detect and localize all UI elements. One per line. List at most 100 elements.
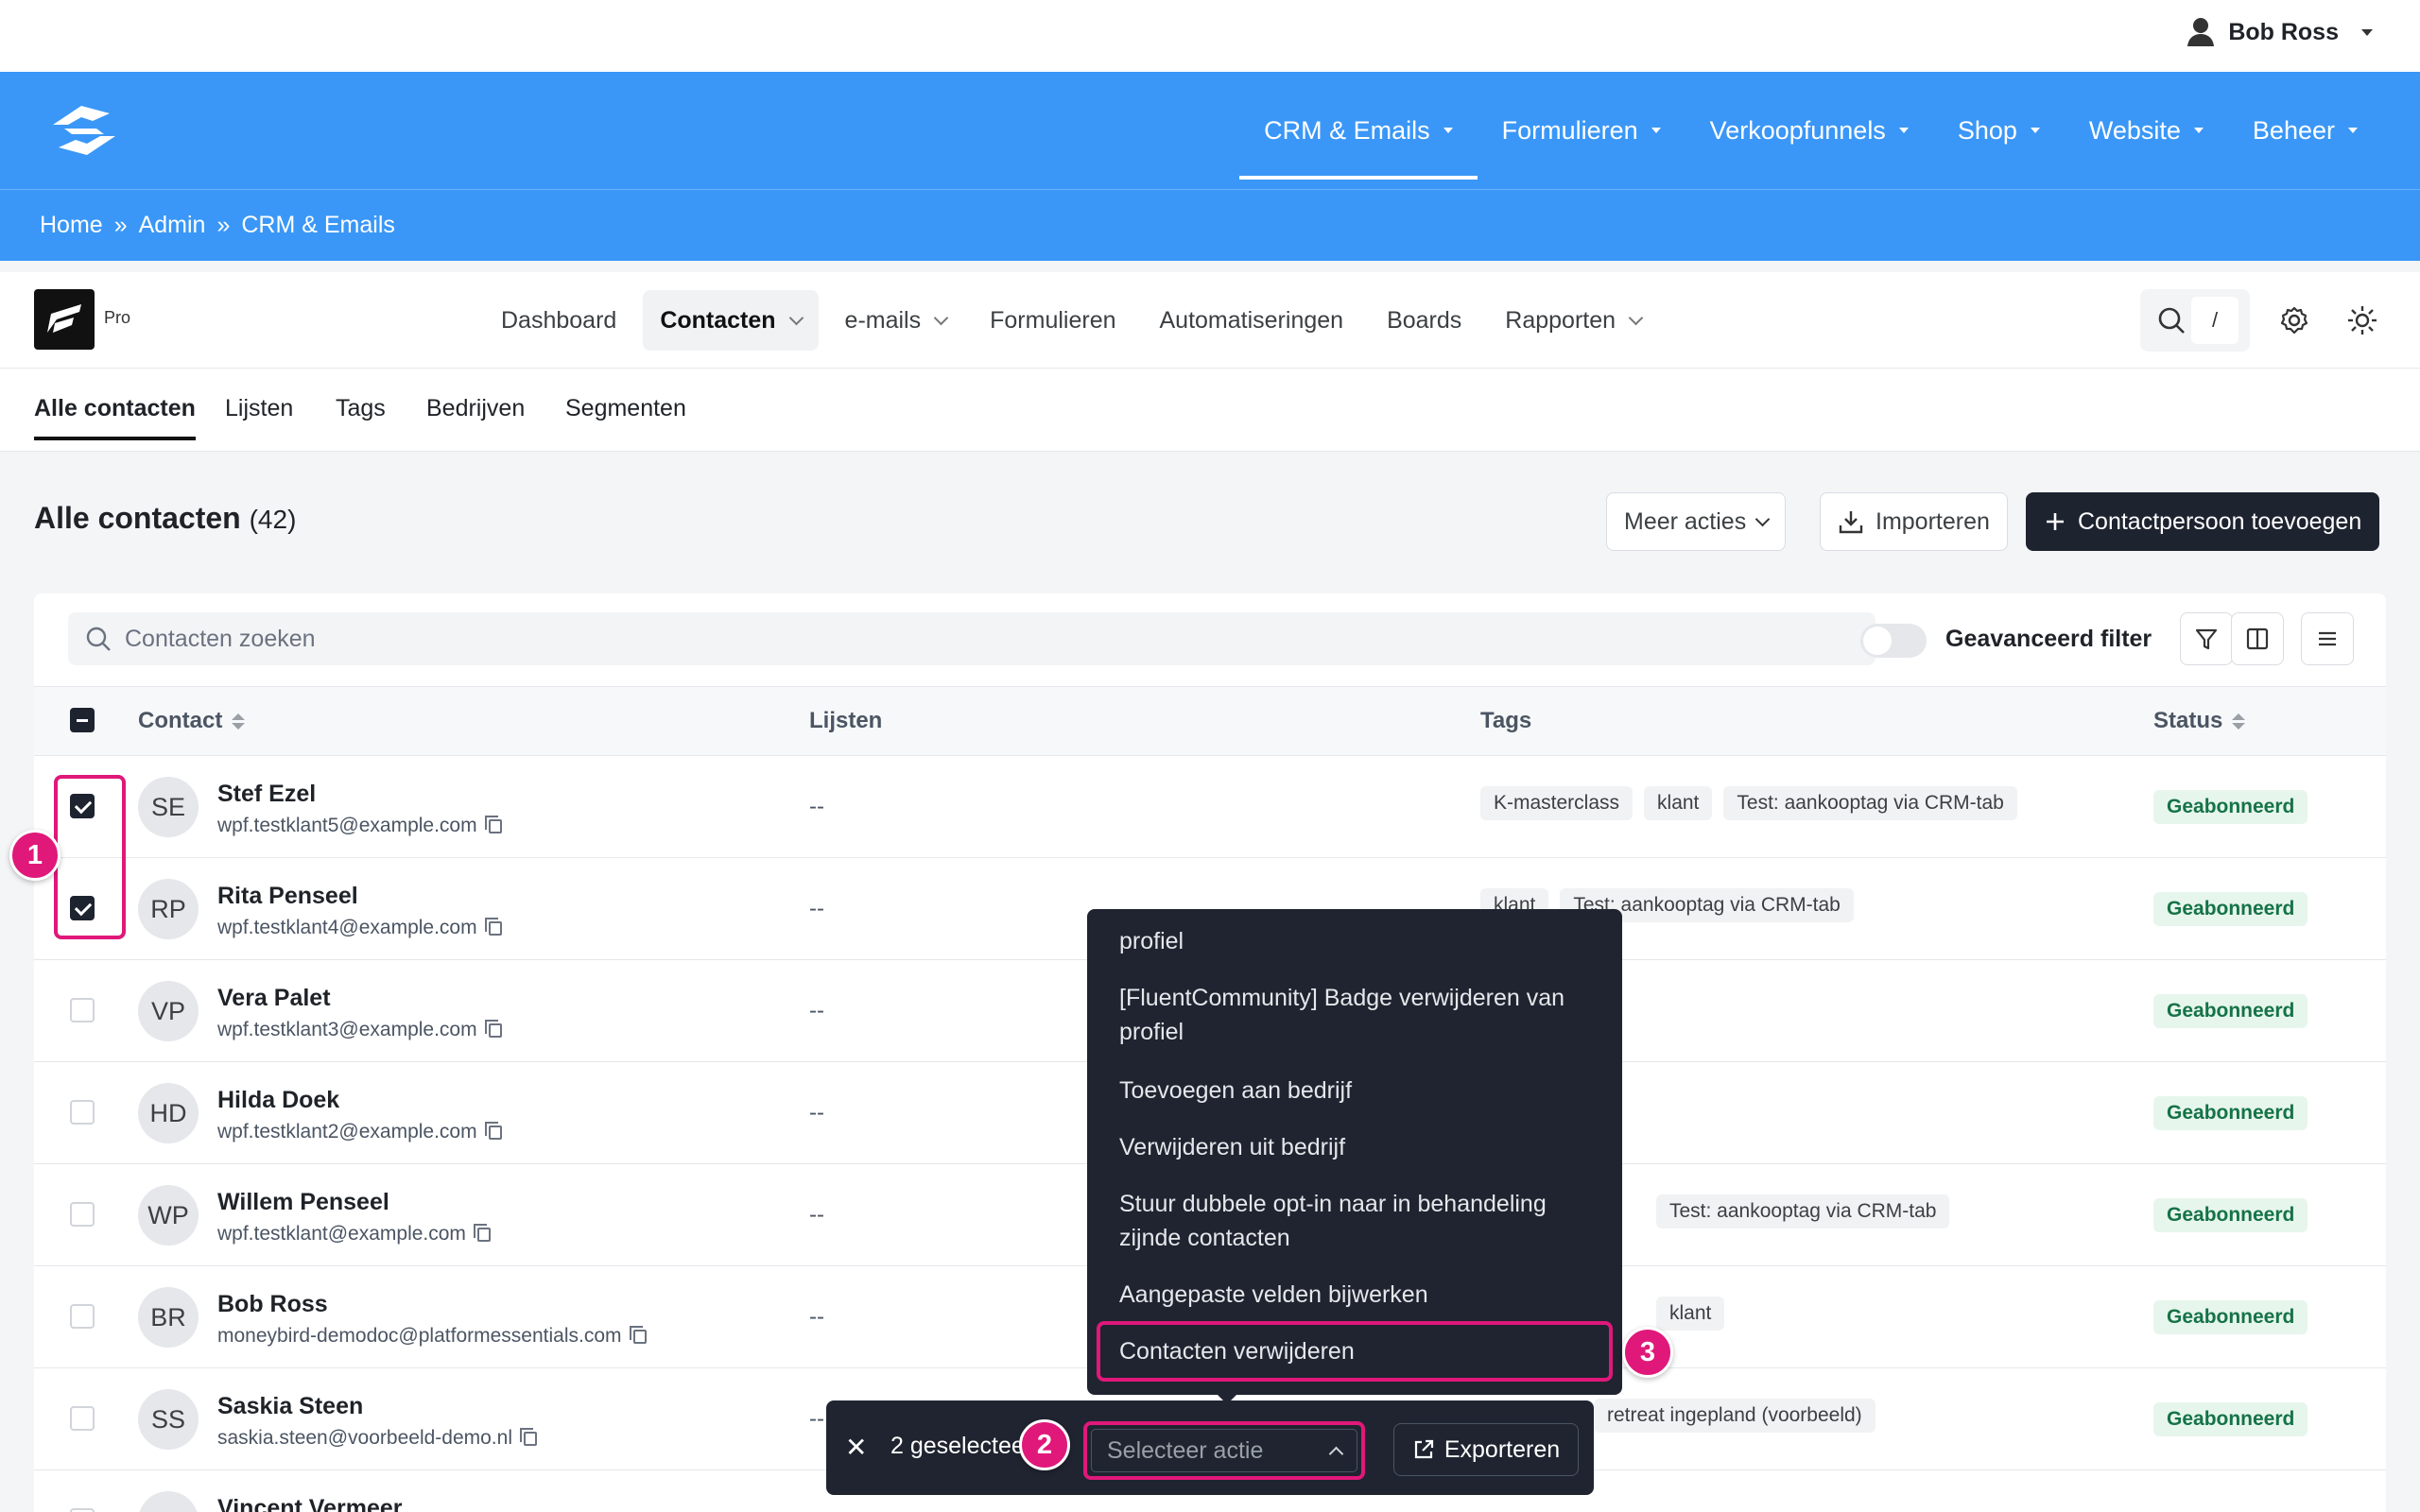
chevron-down-icon <box>1628 310 1644 325</box>
contact-name[interactable]: Stef Ezel <box>217 781 316 808</box>
contact-name[interactable]: Vincent Vermeer <box>217 1495 402 1512</box>
export-icon <box>1414 1439 1433 1459</box>
selection-highlight <box>54 775 126 939</box>
row-checkbox[interactable] <box>70 1508 95 1512</box>
contact-name[interactable]: Vera Palet <box>217 985 331 1012</box>
import-label: Importeren <box>1876 507 1990 535</box>
appnav-formulieren[interactable]: Formulieren <box>973 290 1132 351</box>
advanced-filter-toggle[interactable] <box>1860 624 1927 658</box>
list-view-button[interactable] <box>2301 612 2354 665</box>
copy-icon[interactable] <box>484 1019 502 1038</box>
appnav-label: Formulieren <box>990 306 1116 334</box>
global-search-button[interactable]: / <box>2140 289 2250 352</box>
topnav-crm-emails[interactable]: CRM & Emails <box>1239 72 1478 189</box>
contact-name[interactable]: Bob Ross <box>217 1291 328 1318</box>
menu-item[interactable]: profiel <box>1119 924 1592 958</box>
appnav-contacten[interactable]: Contacten <box>643 290 819 351</box>
select-all-checkbox[interactable] <box>70 708 95 732</box>
user-menu[interactable]: Bob Ross <box>2187 17 2373 47</box>
settings-button[interactable] <box>2271 297 2318 344</box>
appnav-rapporten[interactable]: Rapporten <box>1488 290 1658 351</box>
appnav-automatiseringen[interactable]: Automatiseringen <box>1143 290 1361 351</box>
status-badge: Geabonneerd <box>2153 1198 2308 1232</box>
topnav-beheer[interactable]: Beheer <box>2228 72 2382 189</box>
tab-segmenten[interactable]: Segmenten <box>565 395 686 422</box>
site-logo[interactable] <box>43 100 125 167</box>
close-icon[interactable]: ✕ <box>845 1435 867 1461</box>
email-text: wpf.testklant2@example.com <box>217 1121 477 1143</box>
menu-item[interactable]: Aangepaste velden bijwerken <box>1119 1278 1592 1312</box>
contact-name[interactable]: Hilda Doek <box>217 1087 339 1114</box>
column-lijsten: Lijsten <box>809 708 882 734</box>
theme-toggle-button[interactable] <box>2339 297 2386 344</box>
app-brand[interactable]: Pro <box>34 289 130 350</box>
menu-item[interactable]: [FluentCommunity] Badge verwijderen van … <box>1119 981 1592 1049</box>
contact-search-input[interactable]: Contacten zoeken <box>68 612 1876 665</box>
copy-icon[interactable] <box>484 1121 502 1140</box>
avatar: BR <box>138 1287 199 1348</box>
menu-item[interactable]: Toevoegen aan bedrijf <box>1119 1074 1592 1108</box>
select-action-dropdown[interactable]: Selecteer actie <box>1083 1421 1365 1480</box>
delete-option-highlight <box>1097 1321 1613 1382</box>
add-contact-button[interactable]: Contactpersoon toevoegen <box>2026 492 2380 551</box>
lists-value: -- <box>809 794 824 819</box>
contact-name[interactable]: Rita Penseel <box>217 883 358 910</box>
more-actions-button[interactable]: Meer acties <box>1606 492 1787 551</box>
copy-icon[interactable] <box>520 1427 537 1446</box>
appnav-boards[interactable]: Boards <box>1370 290 1478 351</box>
email-text: wpf.testklant@example.com <box>217 1223 466 1245</box>
row-checkbox[interactable] <box>70 1406 95 1431</box>
column-label: Status <box>2153 708 2223 733</box>
appnav-emails[interactable]: e-mails <box>828 290 964 351</box>
copy-icon[interactable] <box>484 917 502 936</box>
breadcrumb-current: CRM & Emails <box>241 212 395 238</box>
tab-bedrijven[interactable]: Bedrijven <box>426 395 525 422</box>
bulk-action-bar: ✕ 2 geselectee Selecteer actie Exportere… <box>826 1400 1594 1495</box>
row-checkbox[interactable] <box>70 1202 95 1227</box>
search-placeholder: Contacten zoeken <box>125 625 316 652</box>
tag: klant <box>1656 1297 1725 1331</box>
chevron-down-icon <box>2361 28 2373 36</box>
columns-button[interactable] <box>2231 612 2284 665</box>
contact-email: wpf.testklant3@example.com <box>217 1019 502 1041</box>
row-checkbox[interactable] <box>70 1100 95 1125</box>
copy-icon[interactable] <box>484 815 502 833</box>
contact-name[interactable]: Willem Penseel <box>217 1189 389 1216</box>
select-action-field[interactable]: Selecteer actie <box>1091 1429 1357 1472</box>
table-row[interactable]: SE Stef Ezel wpf.testklant5@example.com … <box>34 756 2386 858</box>
tab-lijsten[interactable]: Lijsten <box>225 395 293 422</box>
topnav-formulieren[interactable]: Formulieren <box>1478 72 1685 189</box>
menu-item[interactable]: Stuur dubbele opt-in naar in behandeling… <box>1119 1187 1592 1255</box>
topnav-website[interactable]: Website <box>2065 72 2228 189</box>
import-button[interactable]: Importeren <box>1820 492 2008 551</box>
step-badge-2: 2 <box>1019 1419 1070 1470</box>
sort-icon <box>232 713 246 730</box>
lists-value: -- <box>809 896 824 921</box>
row-checkbox[interactable] <box>70 1304 95 1329</box>
copy-icon[interactable] <box>473 1223 491 1242</box>
tab-tags[interactable]: Tags <box>336 395 386 422</box>
topnav-shop[interactable]: Shop <box>1933 72 2065 189</box>
tab-alle-contacten[interactable]: Alle contacten <box>34 395 196 440</box>
contact-email: moneybird-demodoc@platformessentials.com <box>217 1325 647 1348</box>
avatar: VV <box>138 1491 199 1512</box>
menu-item[interactable]: Verwijderen uit bedrijf <box>1119 1130 1592 1164</box>
appnav-dashboard[interactable]: Dashboard <box>484 290 633 351</box>
lists-value: -- <box>809 1100 824 1125</box>
email-text: moneybird-demodoc@platformessentials.com <box>217 1325 622 1347</box>
contact-count: (42) <box>249 505 297 534</box>
export-button[interactable]: Exporteren <box>1393 1423 1579 1476</box>
contact-name[interactable]: Saskia Steen <box>217 1393 363 1420</box>
user-icon <box>2187 18 2215 46</box>
breadcrumb-home[interactable]: Home <box>40 212 103 239</box>
copy-icon[interactable] <box>629 1325 647 1344</box>
breadcrumb: Home » Admin » CRM & Emails <box>0 189 2420 261</box>
chevron-up-icon <box>1328 1446 1344 1461</box>
topnav-verkoopfunnels[interactable]: Verkoopfunnels <box>1685 72 1933 189</box>
breadcrumb-admin[interactable]: Admin <box>139 212 206 239</box>
appnav-label: e-mails <box>844 306 922 334</box>
column-status[interactable]: Status <box>2153 708 2246 734</box>
row-checkbox[interactable] <box>70 998 95 1022</box>
column-contact[interactable]: Contact <box>138 708 246 734</box>
filter-button[interactable] <box>2180 612 2233 665</box>
